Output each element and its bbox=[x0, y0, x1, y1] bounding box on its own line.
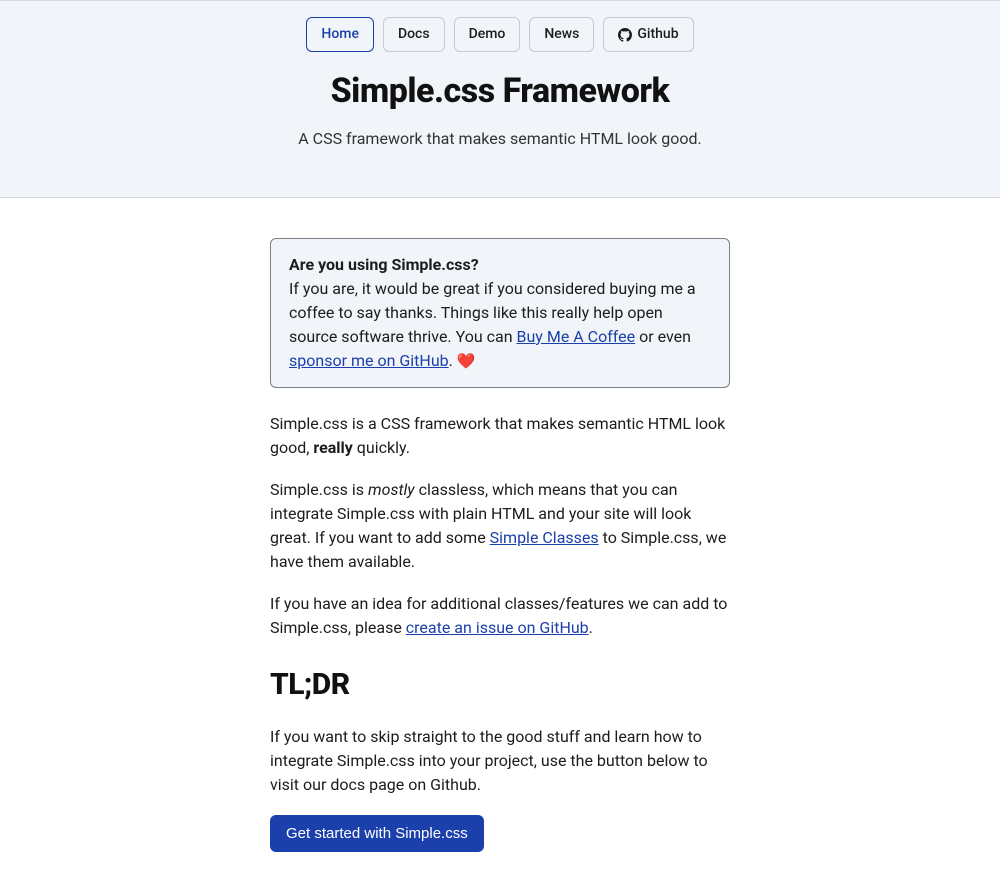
main-content: Are you using Simple.css? If you are, it… bbox=[250, 198, 750, 892]
callout-text: or even bbox=[635, 327, 691, 346]
nav-label: Github bbox=[637, 24, 678, 45]
intro-paragraph-1: Simple.css is a CSS framework that makes… bbox=[270, 412, 730, 460]
page-subtitle: A CSS framework that makes semantic HTML… bbox=[0, 127, 1000, 151]
page-header: Home Docs Demo News Github Simple.css Fr… bbox=[0, 0, 1000, 198]
sponsor-github-link[interactable]: sponsor me on GitHub bbox=[289, 351, 449, 370]
nav-home[interactable]: Home bbox=[306, 17, 374, 52]
nav-label: News bbox=[544, 24, 579, 45]
get-started-button[interactable]: Get started with Simple.css bbox=[270, 815, 484, 852]
nav-github[interactable]: Github bbox=[603, 17, 693, 52]
text: Simple.css is bbox=[270, 480, 368, 499]
tldr-heading: TL;DR bbox=[270, 662, 730, 707]
tldr-text: If you want to skip straight to the good… bbox=[270, 725, 730, 797]
callout-heading: Are you using Simple.css? bbox=[289, 255, 479, 274]
emphasis: really bbox=[313, 438, 352, 457]
nav-demo[interactable]: Demo bbox=[454, 17, 521, 52]
nav-label: Docs bbox=[398, 24, 430, 45]
nav-label: Demo bbox=[469, 24, 506, 45]
page-title: Simple.css Framework bbox=[0, 66, 1000, 117]
buy-coffee-link[interactable]: Buy Me A Coffee bbox=[517, 327, 636, 346]
callout-box: Are you using Simple.css? If you are, it… bbox=[270, 238, 730, 388]
text: quickly. bbox=[353, 438, 410, 457]
create-issue-link[interactable]: create an issue on GitHub bbox=[406, 618, 589, 637]
nav-label: Home bbox=[321, 24, 359, 45]
simple-classes-link[interactable]: Simple Classes bbox=[490, 528, 599, 547]
main-nav: Home Docs Demo News Github bbox=[0, 17, 1000, 52]
github-icon bbox=[618, 28, 632, 42]
heart-icon: ❤️ bbox=[457, 352, 476, 370]
intro-paragraph-3: If you have an idea for additional class… bbox=[270, 592, 730, 640]
nav-news[interactable]: News bbox=[529, 17, 594, 52]
nav-docs[interactable]: Docs bbox=[383, 17, 445, 52]
intro-paragraph-2: Simple.css is mostly classless, which me… bbox=[270, 478, 730, 574]
callout-text: . bbox=[449, 351, 457, 370]
emphasis: mostly bbox=[368, 480, 415, 499]
text: . bbox=[589, 618, 593, 637]
